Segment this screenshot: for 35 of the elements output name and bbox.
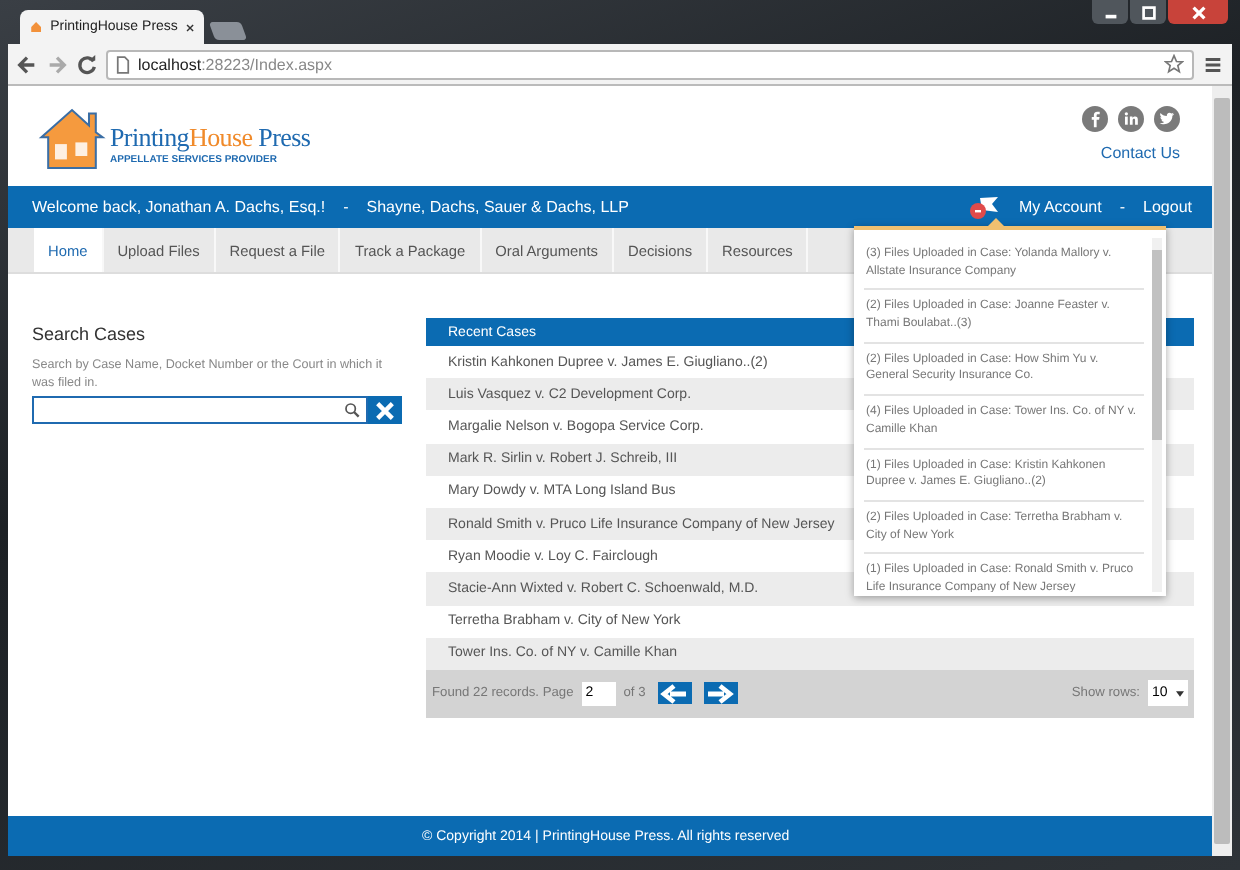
brand-name: PrintingHouse Press (110, 122, 311, 154)
star-icon[interactable] (1164, 54, 1184, 74)
house-icon (30, 18, 43, 36)
search-title: Search Cases (32, 324, 148, 344)
next-button[interactable] (703, 682, 738, 705)
scrollbar[interactable] (1212, 86, 1232, 856)
firm-name: Shayne, Dachs, Sauer & Dachs, LLP (366, 198, 629, 216)
previous-button[interactable] (657, 682, 692, 705)
logout-link[interactable]: Logout (1143, 198, 1192, 216)
close-icon (1189, 3, 1207, 21)
reload-icon[interactable] (76, 53, 98, 75)
search-icon[interactable] (344, 402, 360, 418)
house-icon (38, 105, 106, 171)
menu-icon[interactable] (1202, 53, 1224, 75)
contact-link[interactable]: Contact Us (1100, 144, 1180, 162)
linkedin-icon[interactable] (1118, 106, 1144, 132)
close-icon[interactable] (185, 21, 194, 33)
search-field[interactable] (32, 396, 368, 424)
separator-text: - (341, 198, 351, 216)
clear-button[interactable] (368, 396, 402, 424)
facebook-icon[interactable] (1082, 106, 1108, 132)
notification-icon[interactable] (967, 195, 999, 219)
back-icon[interactable] (16, 53, 38, 75)
caret-icon (1176, 689, 1184, 698)
minimize-button[interactable] (1092, 0, 1128, 24)
my-account-link[interactable]: My Account (1019, 198, 1102, 216)
close-button[interactable] (1168, 0, 1228, 24)
maximize-icon (1139, 3, 1157, 21)
new-tab-button[interactable] (208, 22, 248, 40)
bird-icon[interactable] (1154, 106, 1180, 132)
welcome-text: Welcome back, Jonathan A. Dachs, Esq.! (32, 198, 326, 216)
address-bar[interactable]: localhost:28223/Index.aspx (106, 49, 1194, 79)
maximize-button[interactable] (1130, 0, 1166, 24)
page-icon (116, 55, 130, 73)
separator-text: - (1117, 198, 1128, 216)
